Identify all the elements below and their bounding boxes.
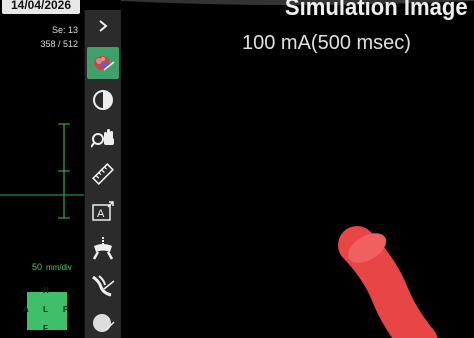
study-date: 14/04/2026 [2, 0, 80, 14]
orientation-cube[interactable]: H A L P F [23, 286, 69, 333]
simulation-parameters: 100 mA(500 msec) [242, 32, 411, 54]
3d-view-button[interactable] [87, 47, 119, 79]
sphere-button[interactable] [87, 306, 119, 338]
orientation-right: P [63, 305, 69, 314]
contrast-icon [93, 90, 113, 110]
measure-button[interactable] [87, 158, 119, 190]
side-viewport[interactable]: 14/04/2026 Se: 13 358 / 512 50 mm/div H A… [0, 0, 84, 338]
simulation-title: Simulation Image [285, 0, 468, 21]
organ-3d-icon [94, 56, 115, 71]
window-level-button[interactable] [87, 84, 119, 116]
collapse-button[interactable] [87, 10, 119, 42]
skeleton-button[interactable] [87, 232, 119, 264]
image-index: 358 / 512 [40, 39, 78, 49]
vertical-toolbar: A [84, 10, 122, 338]
vessel-cut-icon [92, 275, 115, 297]
scale-unit: mm/div [46, 263, 72, 272]
scale-label: 50 mm/div [32, 262, 72, 272]
annotate-button[interactable]: A [87, 195, 119, 227]
orientation-left: A [23, 305, 29, 314]
ruler-icon [92, 163, 114, 185]
text-annotation-icon: A [92, 201, 114, 221]
vessel-button[interactable] [87, 269, 119, 301]
series-number: Se: 13 [51, 25, 78, 35]
skeleton-icon [92, 237, 114, 260]
chevron-right-icon [99, 20, 108, 32]
sphere-icon [93, 314, 115, 332]
orientation-top: H [43, 286, 49, 295]
svg-text:A: A [97, 208, 105, 220]
orientation-center: L [43, 305, 48, 314]
zoom-pan-button[interactable] [87, 121, 119, 153]
scale-value: 50 [32, 262, 43, 272]
scale-ruler [0, 123, 84, 219]
zoom-hand-icon [91, 129, 114, 148]
main-3d-viewport[interactable]: Simulation Image 100 mA(500 msec) [121, 0, 474, 338]
orientation-bottom: F [43, 324, 48, 333]
